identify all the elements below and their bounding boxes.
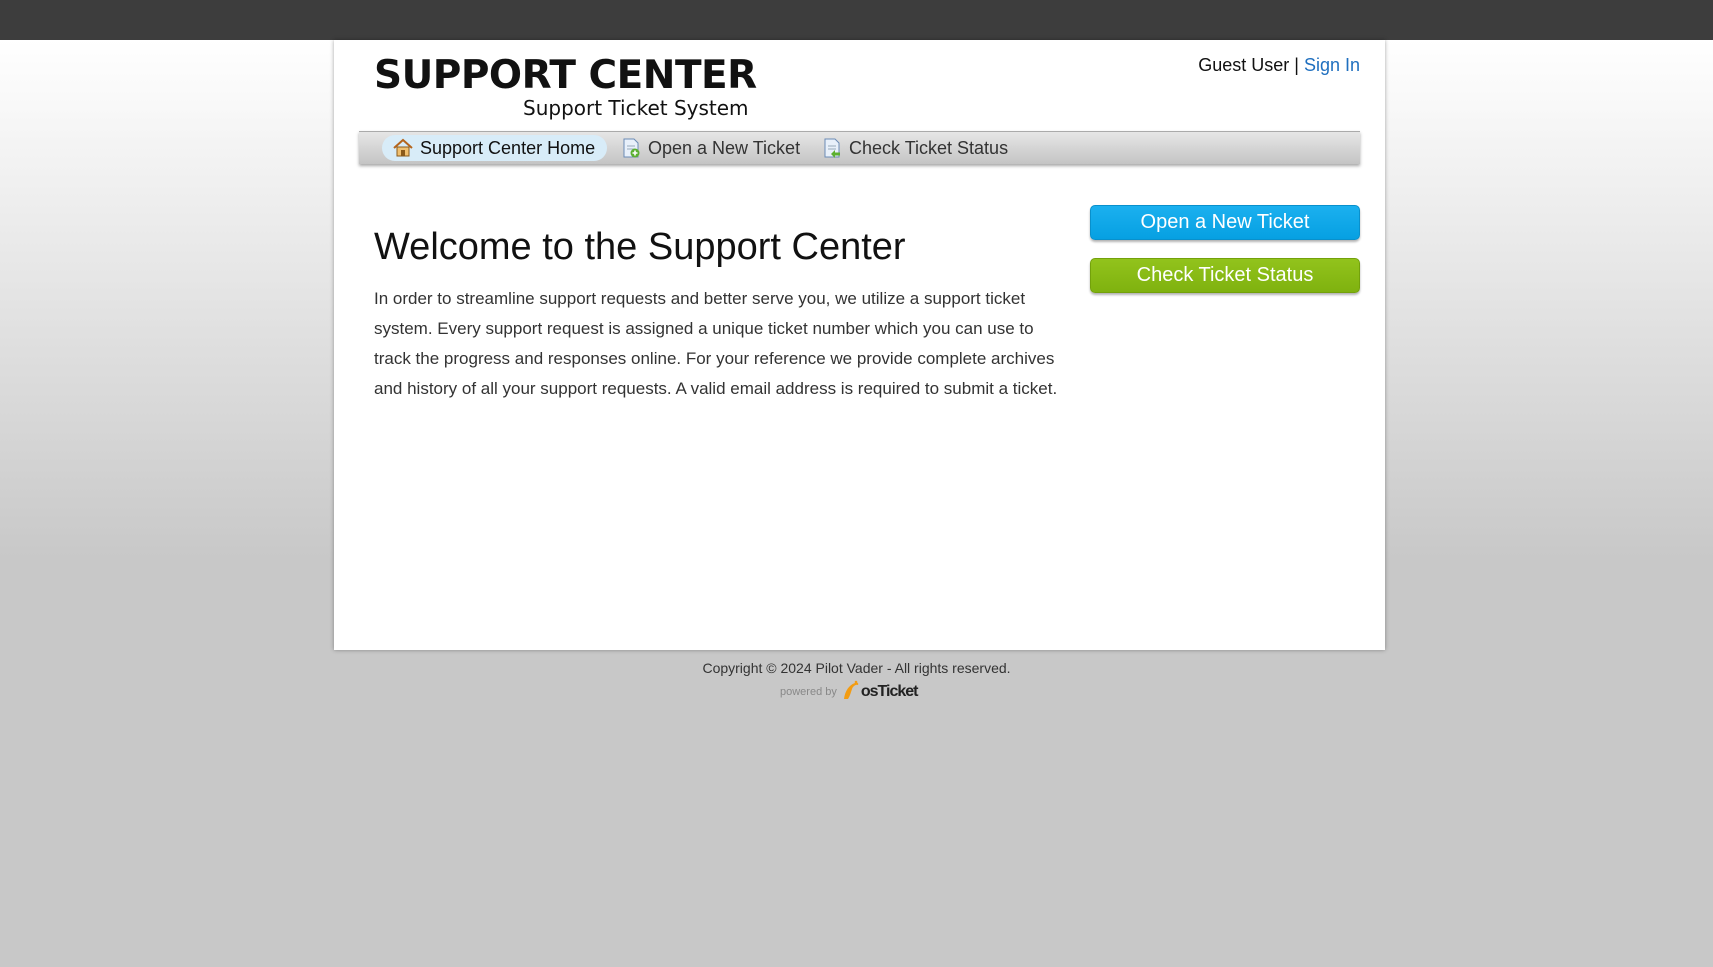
- nav-item-check-status[interactable]: Check Ticket Status: [811, 135, 1020, 161]
- page-title: Welcome to the Support Center: [374, 226, 906, 268]
- separator: |: [1294, 55, 1299, 75]
- osticket-brand: osTicket: [860, 683, 919, 700]
- intro-text: In order to streamline support requests …: [374, 289, 1058, 398]
- copyright-text: Copyright © 2024 Pilot Vader - All right…: [702, 660, 1011, 676]
- page-container: SUPPORT CENTER Support Ticket System Gue…: [334, 40, 1385, 650]
- osticket-logo-icon: [841, 679, 861, 706]
- check-ticket-status-button[interactable]: Check Ticket Status: [1090, 258, 1360, 293]
- main-nav: Support Center Home Open a New Ticket Ch…: [359, 131, 1360, 164]
- powered-by-osticket-link[interactable]: powered by osTicket: [780, 678, 920, 706]
- logo-subtitle: Support Ticket System: [523, 96, 749, 120]
- site-logo[interactable]: SUPPORT CENTER Support Ticket System: [374, 53, 757, 121]
- nav-item-open-ticket[interactable]: Open a New Ticket: [610, 135, 812, 161]
- open-new-ticket-button[interactable]: Open a New Ticket: [1090, 205, 1360, 240]
- logo-title: SUPPORT CENTER: [374, 53, 757, 98]
- sign-in-link[interactable]: Sign In: [1304, 55, 1360, 75]
- new-ticket-icon: [620, 137, 642, 159]
- nav-item-home[interactable]: Support Center Home: [382, 135, 608, 161]
- nav-item-label: Support Center Home: [420, 137, 596, 158]
- home-icon: [392, 137, 414, 159]
- nav-item-label: Open a New Ticket: [648, 137, 801, 158]
- user-info: Guest User | Sign In: [1198, 52, 1360, 78]
- powered-by-label: powered by: [780, 686, 837, 698]
- guest-user-label: Guest User: [1198, 55, 1290, 75]
- ticket-status-icon: [821, 137, 843, 159]
- nav-item-label: Check Ticket Status: [849, 137, 1009, 158]
- top-bar: [0, 0, 1713, 40]
